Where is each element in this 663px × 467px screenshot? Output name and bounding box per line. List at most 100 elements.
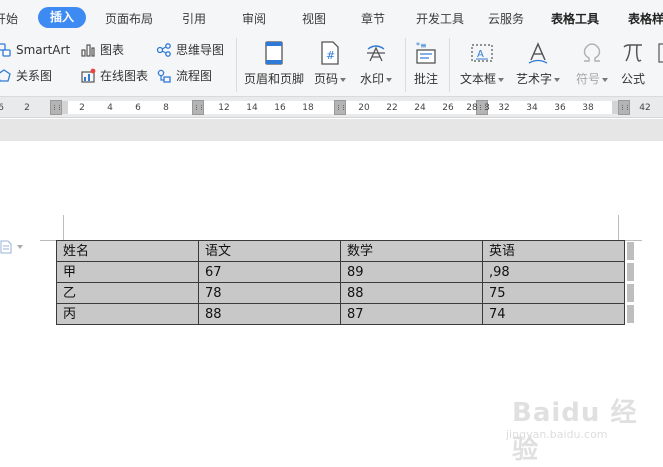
svg-text:#: # — [326, 49, 335, 62]
header-footer-button[interactable]: 页眉和页脚 — [244, 40, 304, 86]
page-number-button[interactable]: # 页码 — [314, 40, 347, 86]
text-box-button[interactable]: A 文本框 — [460, 40, 505, 86]
ruler-label: 20 — [358, 103, 370, 113]
ruler-label: 36 — [554, 103, 566, 113]
table-cell[interactable]: 乙 — [56, 282, 199, 304]
table-header-cell[interactable]: 姓名 — [56, 240, 199, 262]
ruler-label: 42 — [639, 103, 651, 113]
ruler-label: 16 — [274, 103, 286, 113]
svg-text:A: A — [477, 49, 484, 60]
ribbon-separator — [449, 38, 450, 92]
relation-chart-icon — [0, 69, 11, 82]
smartart-label: SmartArt — [16, 43, 71, 57]
page-corner-mark — [618, 215, 619, 241]
table-cell[interactable]: 88 — [340, 282, 483, 304]
watermark-label: 水印 — [360, 72, 393, 86]
paragraph-layout-icon — [0, 240, 12, 254]
row-end-marker — [627, 284, 634, 302]
mind-map-label: 思维导图 — [176, 43, 225, 57]
baidu-jingyan-watermark: Baidu 经验 jingyan.baidu.com — [500, 390, 660, 465]
relation-chart-label: 关系图 — [16, 69, 53, 83]
ruler-column-marker[interactable] — [334, 100, 346, 115]
smartart-button[interactable]: SmartArt — [0, 41, 70, 59]
tab-developer[interactable]: 开发工具 — [416, 9, 464, 29]
word-art-button[interactable]: 艺术字 — [516, 40, 561, 86]
ruler-margin — [62, 101, 68, 114]
comment-button[interactable]: *≡ 批注 — [414, 40, 438, 86]
tab-view[interactable]: 视图 — [302, 9, 326, 29]
table-cell[interactable]: 甲 — [56, 261, 199, 283]
word-art-icon — [528, 42, 548, 64]
tab-table-style[interactable]: 表格样式 — [628, 9, 663, 29]
row-end-marker — [627, 305, 634, 323]
chart-button[interactable]: 图表 — [80, 41, 124, 59]
mind-map-button[interactable]: 思维导图 — [156, 41, 224, 59]
smartart-icon — [0, 43, 11, 57]
formula-label: 公式 — [621, 72, 646, 86]
text-box-dropdown-icon — [498, 77, 505, 82]
mind-map-icon — [156, 43, 171, 57]
chart-icon — [81, 44, 95, 57]
page-number-label: 页码 — [314, 72, 347, 86]
paragraph-menu[interactable] — [0, 240, 23, 254]
formula-button[interactable]: 公式 — [621, 40, 645, 86]
svg-text:*≡: *≡ — [416, 41, 427, 50]
table-header-cell[interactable]: 数学 — [340, 240, 483, 262]
table-cell[interactable]: 88 — [198, 303, 341, 325]
chart-label: 图表 — [100, 43, 125, 57]
data-table[interactable]: 姓名 语文 数学 英语 甲 67 89 ,98 乙 78 88 75 丙 88 … — [56, 240, 625, 325]
page-number-icon: # — [321, 41, 339, 65]
tab-table-tools[interactable]: 表格工具 — [551, 9, 599, 29]
table-cell[interactable]: 75 — [482, 282, 625, 304]
ruler-column-marker[interactable] — [50, 100, 62, 115]
table-cell[interactable]: 67 — [198, 261, 341, 283]
ruler-label: 34 — [526, 103, 538, 113]
table-cell[interactable]: 74 — [482, 303, 625, 325]
flowchart-button[interactable]: 流程图 — [156, 67, 212, 85]
ruler-label: 2 — [24, 103, 30, 113]
watermark-dropdown-icon — [386, 77, 393, 82]
table-row: 甲 67 89 ,98 — [56, 261, 625, 283]
page-gap — [0, 119, 663, 141]
table-cell[interactable]: 89 — [340, 261, 483, 283]
page-number-dropdown-icon — [340, 77, 347, 82]
ruler-column-marker[interactable] — [192, 100, 204, 115]
watermark-url: jingyan.baidu.com — [506, 428, 608, 441]
table-cell[interactable]: ,98 — [482, 261, 625, 283]
table-header-cell[interactable]: 英语 — [482, 240, 625, 262]
ruler-label: 26 — [442, 103, 454, 113]
symbol-button[interactable]: 符号 — [576, 40, 609, 86]
row-end-marker — [627, 263, 634, 281]
relation-chart-button[interactable]: 关系图 — [0, 67, 52, 85]
tab-section[interactable]: 章节 — [361, 9, 385, 29]
ribbon-separator — [236, 38, 237, 92]
online-chart-button[interactable]: 在线图表 — [80, 67, 148, 85]
tab-references[interactable]: 引用 — [182, 9, 206, 29]
comment-icon: *≡ — [416, 41, 436, 64]
ruler-label: 2 — [79, 103, 85, 113]
flowchart-icon — [157, 69, 171, 83]
ruler-column-marker[interactable] — [618, 100, 630, 115]
table-cell[interactable]: 87 — [340, 303, 483, 325]
table-cell[interactable]: 78 — [198, 282, 341, 304]
ribbon-separator — [405, 38, 406, 92]
table-header-row: 姓名 语文 数学 英语 — [56, 240, 625, 262]
ribbon-insert: SmartArt 关系图 图表 在线图表 思维导图 流程图 页眉和页脚 # 页码… — [0, 34, 663, 96]
ruler-label: 24 — [414, 103, 426, 113]
word-art-dropdown-icon — [554, 77, 561, 82]
tab-home[interactable]: 开始 — [0, 9, 18, 29]
watermark-button[interactable]: 水印 — [360, 40, 393, 86]
more-ribbon-button[interactable] — [652, 40, 663, 66]
tab-review[interactable]: 审阅 — [242, 9, 266, 29]
table-header-cell[interactable]: 语文 — [198, 240, 341, 262]
horizontal-ruler[interactable]: 6 2 2 4 6 8 12 14 16 18 20 22 24 26 28 3… — [0, 96, 663, 118]
ruler-label: 4 — [107, 103, 113, 113]
tab-insert[interactable]: 插入 — [38, 7, 87, 28]
header-footer-label: 页眉和页脚 — [244, 72, 305, 86]
omega-icon — [583, 43, 601, 62]
tab-cloud[interactable]: 云服务 — [488, 9, 524, 29]
wps-writer-window: { "menu": { "tabs": ["开始", "插入", "页面布局",… — [0, 0, 663, 467]
table-cell[interactable]: 丙 — [56, 303, 199, 325]
menu-bar: 开始 插入 页面布局 引用 审阅 视图 章节 开发工具 云服务 表格工具 表格样… — [0, 0, 663, 34]
tab-page-layout[interactable]: 页面布局 — [105, 9, 153, 29]
